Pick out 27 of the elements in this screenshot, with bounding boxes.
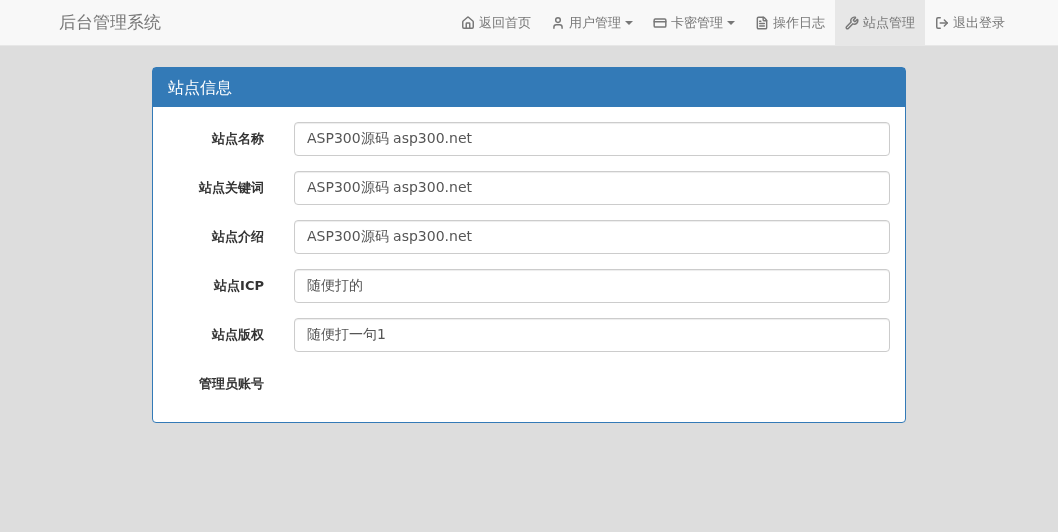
wrench-icon xyxy=(845,15,859,30)
logout-icon xyxy=(935,15,949,30)
field-label: 管理员账号 xyxy=(198,375,264,394)
caret-icon xyxy=(727,20,735,25)
card-icon xyxy=(653,15,667,30)
home-icon xyxy=(461,15,475,30)
field-label: 站点名称 xyxy=(211,130,264,149)
field-label: 站点关键词 xyxy=(198,179,264,198)
field-label: 站点版权 xyxy=(211,326,264,345)
input-field[interactable]: ASP300源码 asp300.net xyxy=(294,220,890,254)
document-icon xyxy=(755,15,769,30)
nav-item[interactable]: 站点管理 xyxy=(835,0,925,45)
input-field[interactable]: ASP300源码 asp300.net xyxy=(294,122,890,156)
panel-title: 站点信息 xyxy=(168,76,232,99)
input-field[interactable]: 随便打的 xyxy=(294,269,890,303)
user-icon xyxy=(551,15,565,30)
nav-item[interactable]: 退出登录 xyxy=(925,0,1015,45)
nav-item[interactable]: 返回首页 xyxy=(451,0,541,45)
nav-item[interactable]: 卡密管理 xyxy=(643,0,745,45)
input-field[interactable]: 随便打一句1 xyxy=(294,318,890,352)
field-label: 站点ICP xyxy=(213,277,264,296)
brand-title[interactable]: 后台管理系统 xyxy=(59,9,161,36)
input-field[interactable]: ASP300源码 asp300.net xyxy=(294,171,890,205)
caret-icon xyxy=(625,20,633,25)
nav-item[interactable]: 操作日志 xyxy=(745,0,835,45)
nav-item[interactable]: 用户管理 xyxy=(541,0,643,45)
field-label: 站点介绍 xyxy=(211,228,264,247)
